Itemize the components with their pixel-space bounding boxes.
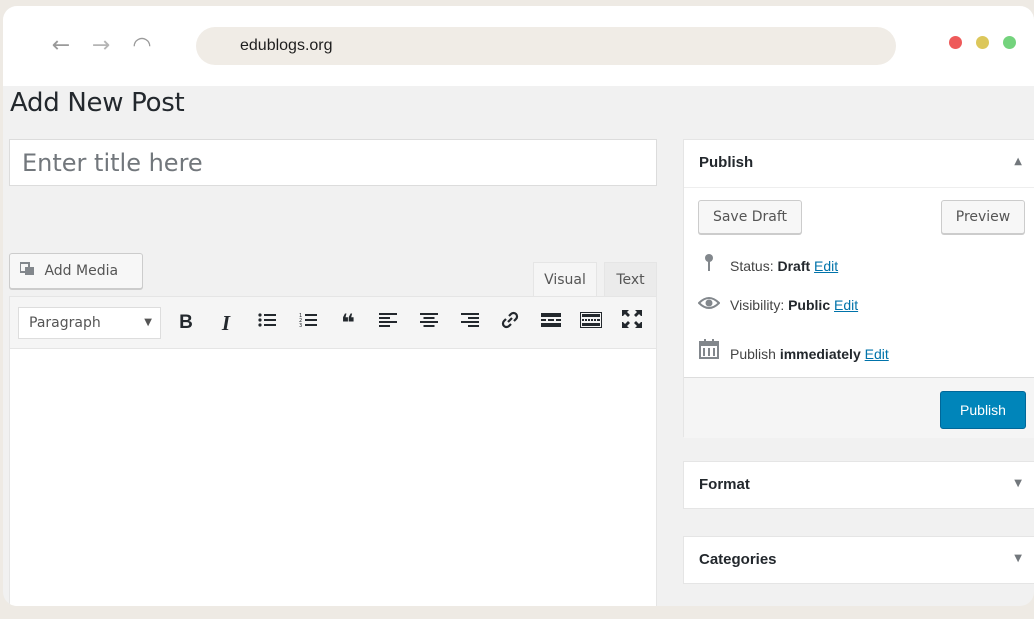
address-bar-url: edublogs.org (240, 37, 333, 54)
browser-window: ← → ◠ edublogs.org Add New Post Add Medi… (3, 6, 1034, 606)
visibility-row: Visibility: Public Edit (697, 296, 858, 315)
reload-icon[interactable]: ◠ (129, 33, 155, 59)
pin-icon (698, 253, 720, 276)
status-edit-link[interactable]: Edit (814, 258, 838, 274)
back-arrow-icon[interactable]: ← (48, 33, 74, 59)
eye-icon (697, 296, 721, 315)
align-right-icon[interactable] (456, 310, 484, 336)
visibility-value: Public (788, 297, 831, 313)
post-title-input[interactable] (9, 139, 657, 186)
format-select-value: Paragraph (29, 315, 101, 331)
categories-box-title: Categories (699, 551, 777, 568)
status-label: Status: (730, 258, 774, 274)
status-row: Status: Draft Edit (698, 253, 838, 276)
calendar-icon (698, 339, 720, 364)
editor-toolbar: Paragraph ▼ B I 123 ❝ (10, 297, 656, 349)
link-icon[interactable] (496, 310, 524, 336)
format-select[interactable]: Paragraph ▼ (18, 307, 161, 339)
editor-content-area[interactable] (10, 349, 656, 606)
collapse-arrow-icon[interactable]: ▲ (1014, 156, 1022, 167)
publish-actions: Publish (684, 377, 1034, 438)
italic-button[interactable]: I (212, 310, 240, 336)
tab-visual[interactable]: Visual (533, 262, 597, 297)
publish-box-title: Publish (699, 154, 754, 171)
format-box-title: Format (699, 476, 750, 493)
forward-arrow-icon[interactable]: → (88, 33, 114, 59)
media-icon (19, 254, 40, 288)
window-minimize-dot[interactable] (976, 36, 989, 49)
publish-time-value: immediately (779, 346, 861, 362)
svg-text:3: 3 (299, 323, 302, 328)
chevron-down-icon: ▼ (144, 317, 152, 328)
bold-button[interactable]: B (172, 310, 200, 336)
preview-button[interactable]: Preview (941, 200, 1025, 234)
read-more-icon[interactable] (537, 310, 565, 336)
format-box-header[interactable]: Format ▼ (684, 462, 1034, 510)
publish-button[interactable]: Publish (940, 391, 1026, 429)
save-draft-button[interactable]: Save Draft (698, 200, 802, 234)
fullscreen-icon[interactable] (618, 310, 646, 336)
bullet-list-icon[interactable] (253, 310, 281, 336)
publish-time-row: Publish immediately Edit (698, 339, 889, 364)
toolbar-toggle-icon[interactable] (577, 310, 605, 336)
format-box: Format ▼ (683, 461, 1034, 509)
align-center-icon[interactable] (415, 310, 443, 336)
categories-box: Categories ▼ (683, 536, 1034, 584)
publish-time-edit-link[interactable]: Edit (865, 346, 889, 362)
expand-arrow-icon[interactable]: ▼ (1014, 553, 1022, 564)
blockquote-icon[interactable]: ❝ (334, 310, 362, 336)
tab-text[interactable]: Text (604, 262, 657, 297)
publish-time-label: Publish (730, 346, 776, 362)
visibility-edit-link[interactable]: Edit (834, 297, 858, 313)
window-close-dot[interactable] (949, 36, 962, 49)
add-media-button[interactable]: Add Media (9, 253, 143, 289)
publish-box: Publish ▲ Save Draft Preview Status: Dra… (683, 139, 1034, 438)
post-editor: Paragraph ▼ B I 123 ❝ (9, 296, 657, 606)
browser-toolbar: ← → ◠ edublogs.org (3, 6, 1034, 86)
page-title: Add New Post (10, 88, 185, 118)
window-maximize-dot[interactable] (1003, 36, 1016, 49)
publish-box-header[interactable]: Publish ▲ (684, 140, 1034, 188)
align-left-icon[interactable] (374, 310, 402, 336)
numbered-list-icon[interactable]: 123 (294, 310, 322, 336)
categories-box-header[interactable]: Categories ▼ (684, 537, 1034, 585)
expand-arrow-icon[interactable]: ▼ (1014, 478, 1022, 489)
add-media-label: Add Media (44, 263, 119, 279)
address-bar[interactable]: edublogs.org (196, 27, 896, 65)
visibility-label: Visibility: (730, 297, 785, 313)
status-value: Draft (777, 258, 811, 274)
